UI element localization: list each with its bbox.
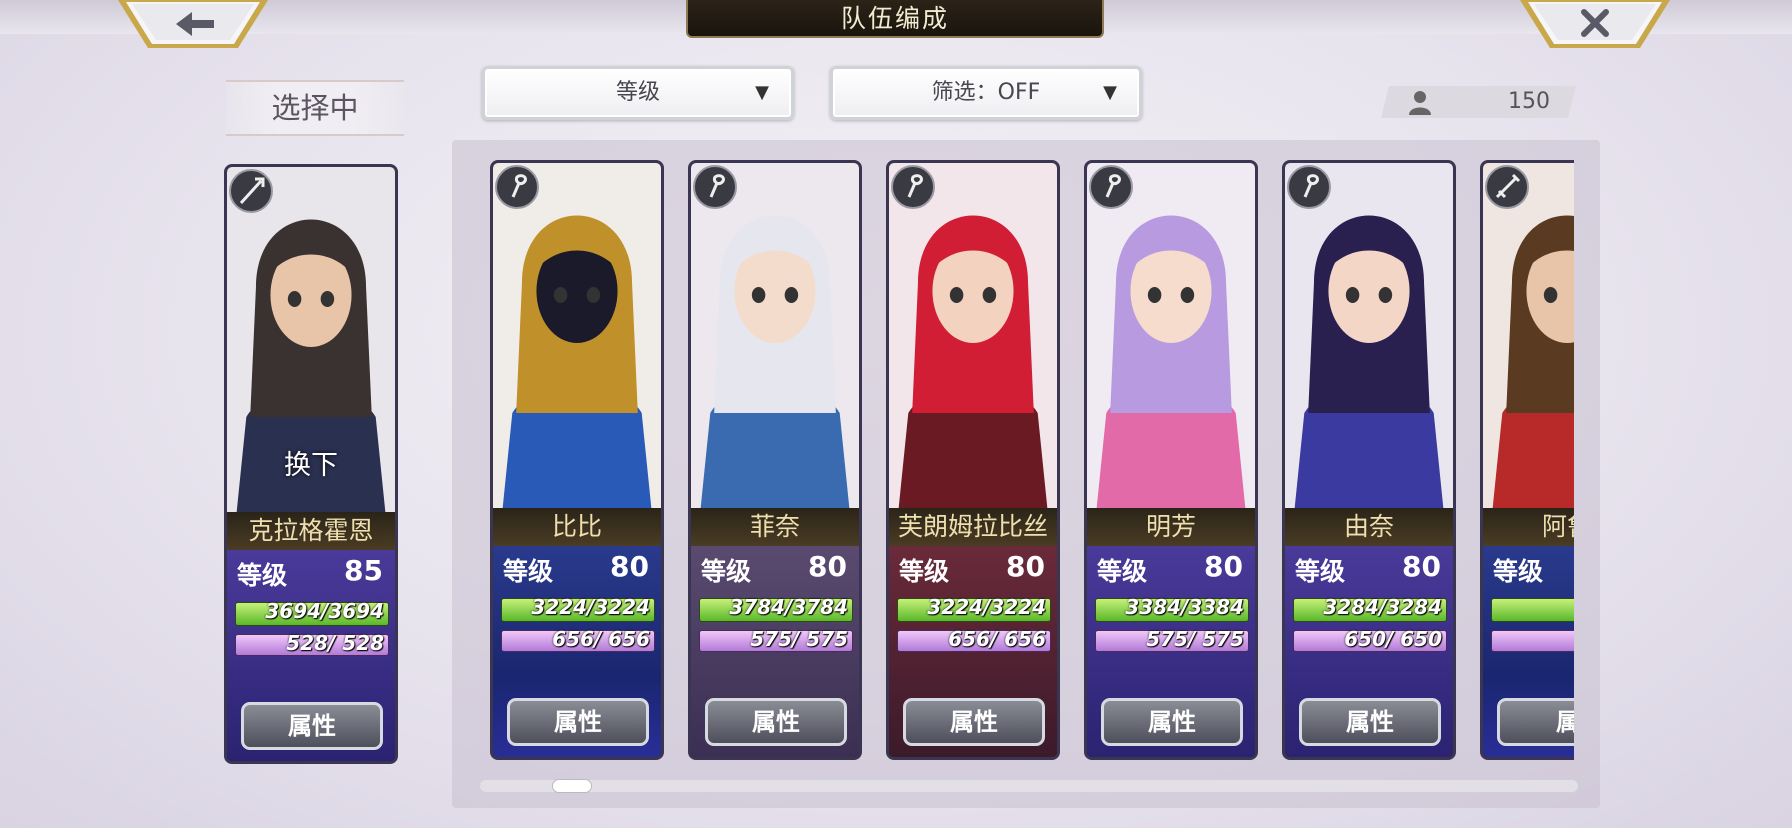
roster-card[interactable]: 比比等级 80 3224/3224 656/ 656 属性 <box>490 160 664 760</box>
mp-bar: 650/ 650 <box>1293 627 1447 652</box>
level-label: 等级 <box>1295 557 1346 586</box>
character-portrait <box>1483 163 1574 508</box>
level-label: 等级 <box>237 561 288 590</box>
attributes-button[interactable]: 属性 <box>1101 698 1243 746</box>
mp-bar: 575/ 575 <box>1095 627 1249 652</box>
staff-icon <box>889 163 937 211</box>
attributes-button[interactable]: 属性 <box>903 698 1045 746</box>
hp-value: 3784/3784 <box>729 595 848 619</box>
attributes-button[interactable]: 属性 <box>507 698 649 746</box>
character-name: 克拉格霍恩 <box>227 512 395 550</box>
roster-list[interactable]: 比比等级 80 3224/3224 656/ 656 属性 菲奈等级 80 3784/3784… <box>490 160 1574 760</box>
mp-bar: 656/ 656 <box>501 627 655 652</box>
character-portrait <box>1285 163 1453 508</box>
close-x-icon <box>1520 0 1670 48</box>
filter-dropdown[interactable]: 筛选：OFF ▼ <box>830 66 1142 120</box>
character-name: 明芳 <box>1087 508 1255 546</box>
current-character-card[interactable]: 换下 克拉格霍恩 等级 85 3694/3694 528/ 528 属性 <box>224 164 398 764</box>
roster-scrollbar[interactable] <box>480 779 1578 793</box>
roster-card[interactable]: 芙朗姆拉比丝等级 80 3224/3224 656/ 656 属性 <box>886 160 1060 760</box>
mp-bar: 528/ 528 <box>235 631 389 656</box>
level-value: 80 <box>808 550 847 583</box>
scrollbar-thumb[interactable] <box>552 779 592 793</box>
staff-icon <box>1285 163 1333 211</box>
character-name: 比比 <box>493 508 661 546</box>
hp-value: 3384/3384 <box>1125 595 1244 619</box>
hp-bar: 3384/3384 <box>1095 595 1249 622</box>
roster-card[interactable]: 阿鲁等级 3644/413/属 <box>1480 160 1574 760</box>
close-button[interactable] <box>1520 0 1670 50</box>
hp-value: 3284/3284 <box>1323 595 1442 619</box>
level-value: 80 <box>1204 550 1243 583</box>
sword-icon <box>1483 163 1531 211</box>
selected-label: 选择中 <box>226 80 404 136</box>
roster-card[interactable]: 菲奈等级 80 3784/3784 575/ 575 属性 <box>688 160 862 760</box>
person-icon <box>1409 91 1431 115</box>
level-value: 80 <box>1402 550 1441 583</box>
hp-bar: 3284/3284 <box>1293 595 1447 622</box>
sort-dropdown-value: 等级 <box>615 80 660 105</box>
attributes-button[interactable]: 属性 <box>1299 698 1441 746</box>
character-name: 由奈 <box>1285 508 1453 546</box>
level-value: 85 <box>344 554 383 587</box>
mp-value: 528/ 528 <box>286 631 384 655</box>
roster-card[interactable]: 由奈等级 80 3284/3284 650/ 650 属性 <box>1282 160 1456 760</box>
hp-value: 3224/3224 <box>927 595 1046 619</box>
unit-count: 150 <box>1508 89 1550 114</box>
level-label: 等级 <box>1097 557 1148 586</box>
hp-value: 3694/3694 <box>265 599 384 623</box>
character-name: 芙朗姆拉比丝 <box>889 508 1057 546</box>
spear-icon <box>227 167 275 215</box>
filter-dropdown-value: 筛选：OFF <box>931 80 1041 105</box>
page-title: 队伍编成 <box>686 0 1104 38</box>
character-portrait <box>691 163 859 508</box>
caret-down-icon: ▼ <box>755 82 769 103</box>
level-label: 等级 <box>503 557 554 586</box>
level-value: 80 <box>610 550 649 583</box>
roster-card[interactable]: 明芳等级 80 3384/3384 575/ 575 属性 <box>1084 160 1258 760</box>
character-name: 菲奈 <box>691 508 859 546</box>
mp-value: 575/ 575 <box>1146 627 1244 651</box>
hp-bar: 3644/ <box>1491 598 1574 622</box>
mp-value: 656/ 656 <box>948 627 1046 651</box>
character-portrait <box>889 163 1057 508</box>
mp-value: 575/ 575 <box>750 627 848 651</box>
hp-bar: 3694/3694 <box>235 599 389 626</box>
staff-icon <box>1087 163 1135 211</box>
hp-bar: 3224/3224 <box>897 595 1051 622</box>
mp-bar: 575/ 575 <box>699 627 853 652</box>
staff-icon <box>691 163 739 211</box>
hp-bar: 3784/3784 <box>699 595 853 622</box>
level-label: 等级 <box>899 557 950 586</box>
swap-out-label[interactable]: 换下 <box>227 443 395 482</box>
level-label: 等级 <box>701 557 752 586</box>
mp-value: 650/ 650 <box>1344 627 1442 651</box>
arrow-left-icon <box>118 0 268 48</box>
staff-icon <box>493 163 541 211</box>
character-name: 阿鲁 <box>1483 508 1574 546</box>
character-portrait <box>1087 163 1255 508</box>
mp-bar: 413/ <box>1491 630 1574 652</box>
back-button[interactable] <box>118 0 268 50</box>
attributes-button[interactable]: 属性 <box>705 698 847 746</box>
character-portrait <box>493 163 661 508</box>
attributes-button[interactable]: 属 <box>1497 698 1574 746</box>
mp-value: 656/ 656 <box>552 627 650 651</box>
sort-dropdown[interactable]: 等级 ▼ <box>482 66 794 120</box>
level-label: 等级 <box>1493 557 1544 586</box>
mp-bar: 656/ 656 <box>897 627 1051 652</box>
hp-value: 3224/3224 <box>531 595 650 619</box>
level-value: 80 <box>1006 550 1045 583</box>
caret-down-icon: ▼ <box>1103 82 1117 103</box>
hp-bar: 3224/3224 <box>501 595 655 622</box>
attributes-button[interactable]: 属性 <box>241 702 383 750</box>
